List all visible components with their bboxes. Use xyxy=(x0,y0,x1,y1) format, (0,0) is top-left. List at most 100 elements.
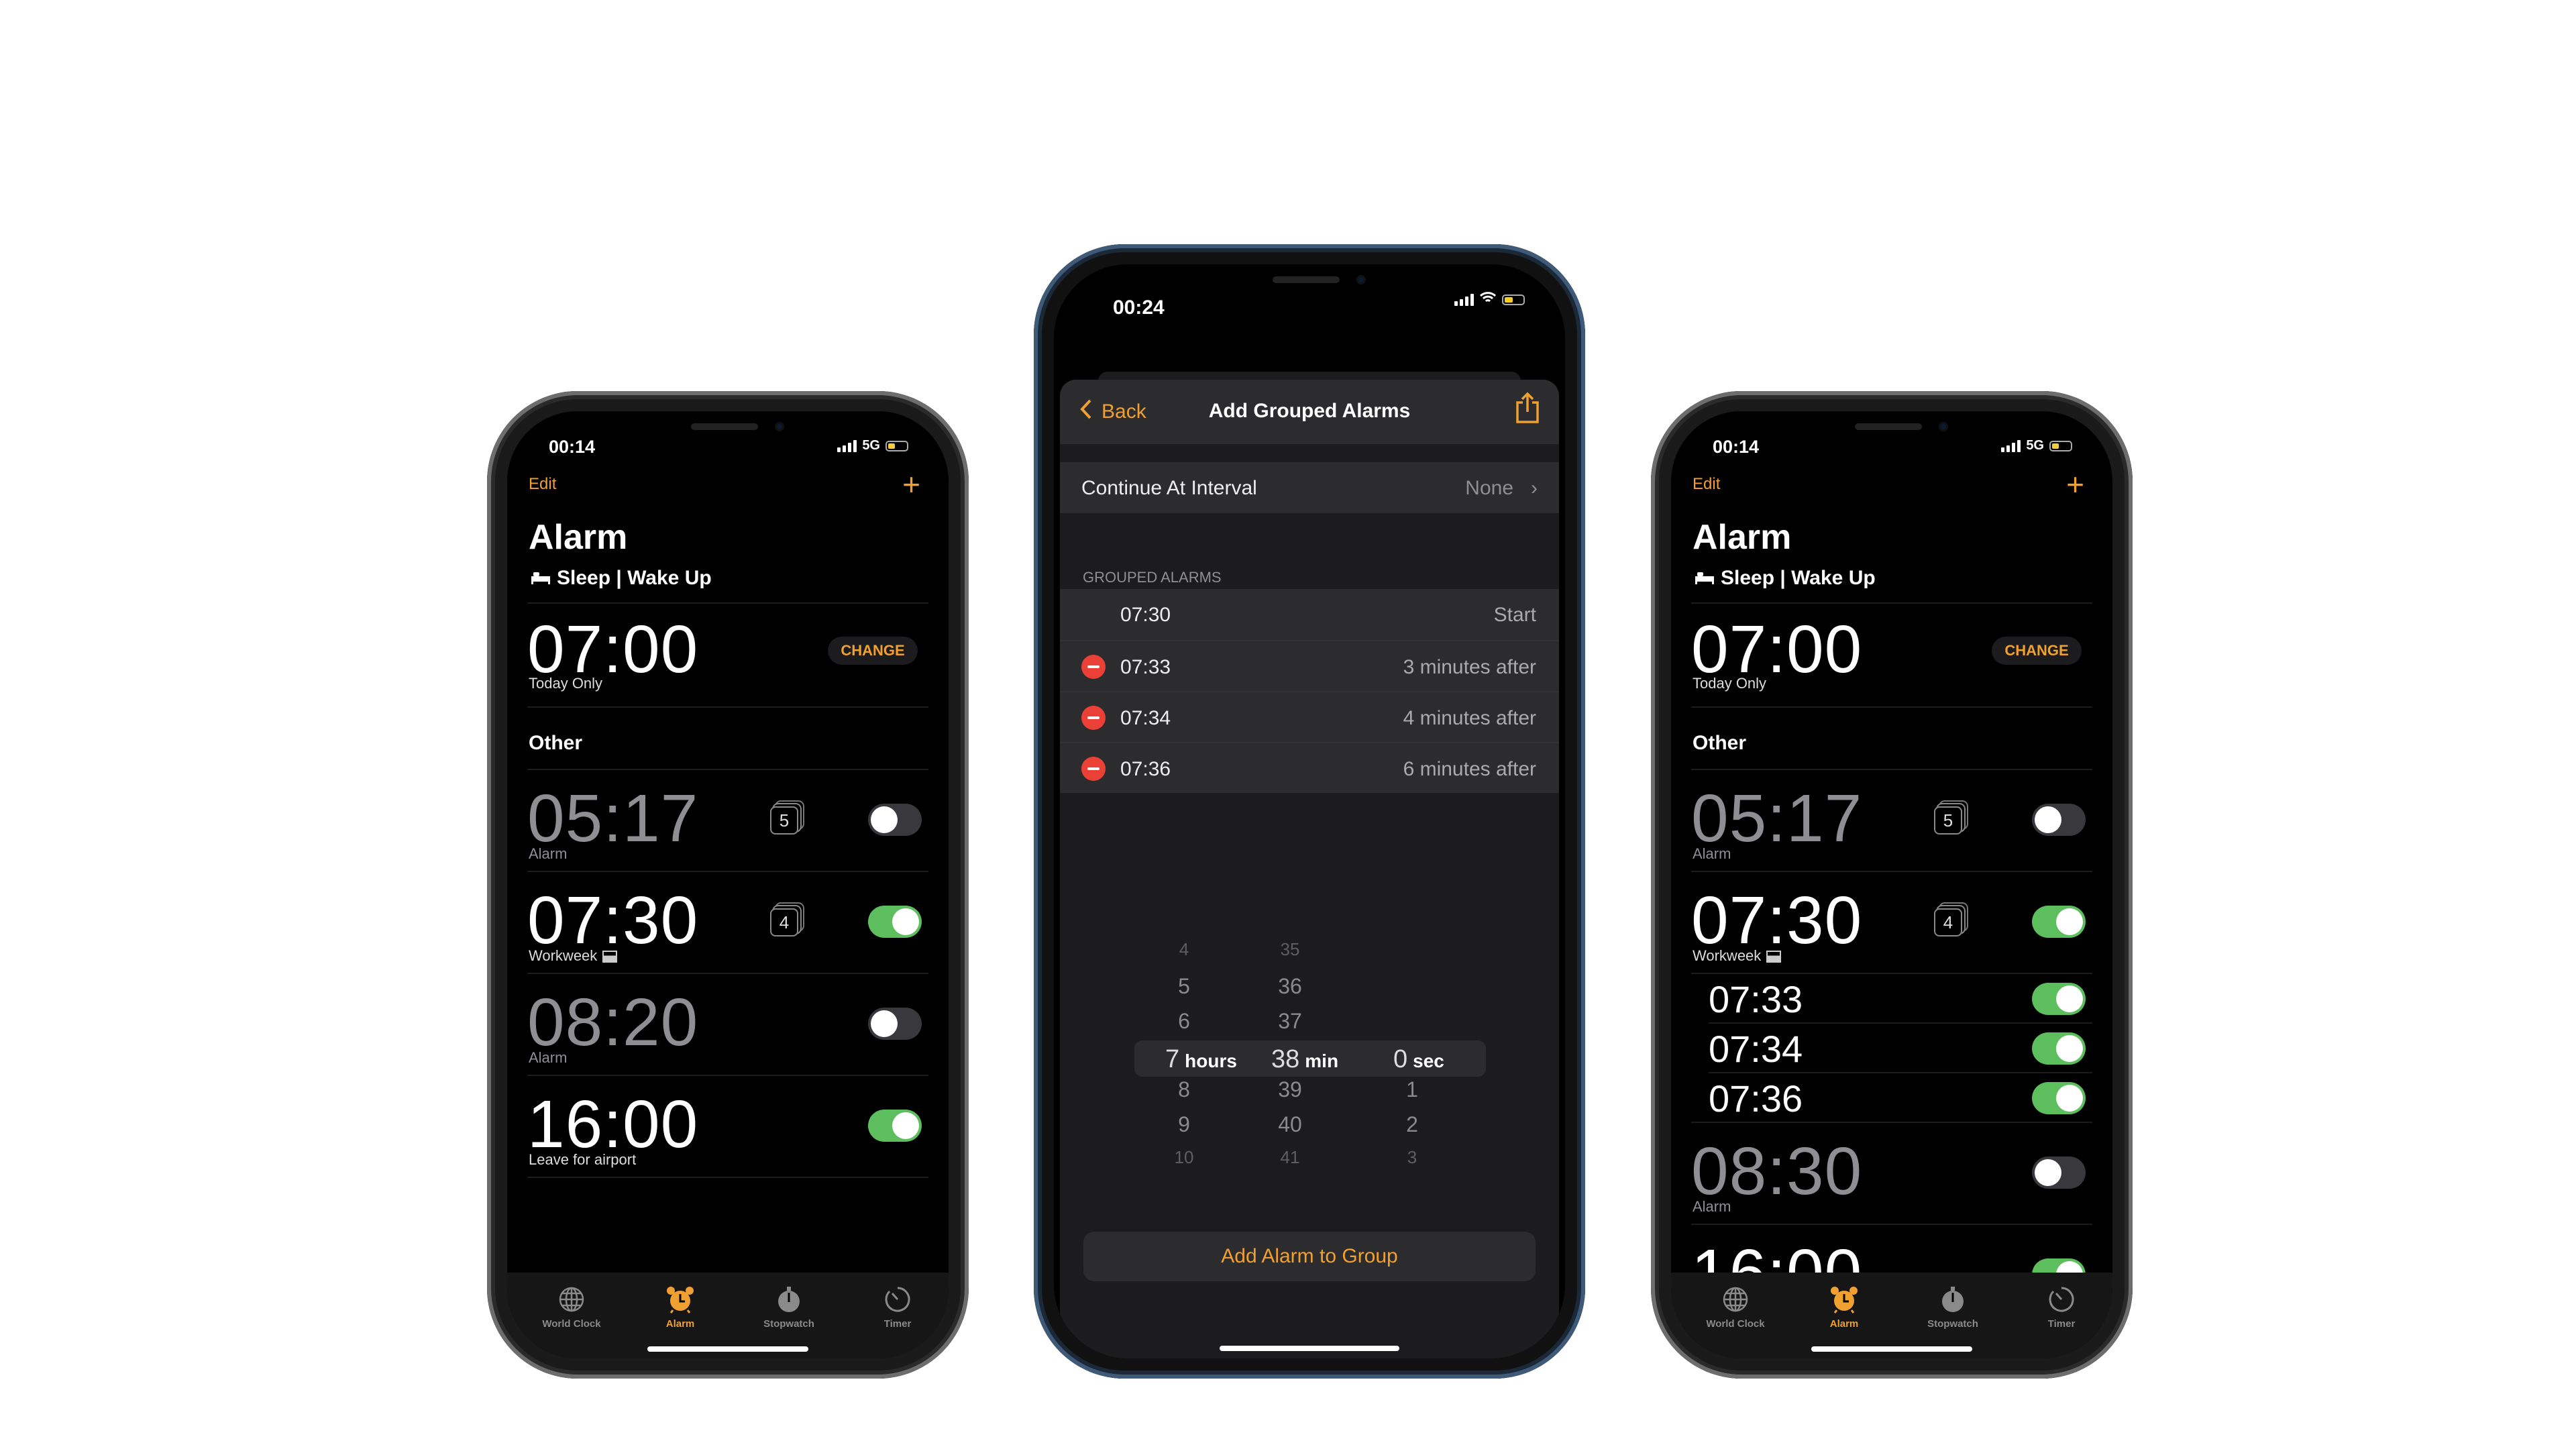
alarm-row[interactable]: 16:00 Leave for airport xyxy=(507,1076,949,1178)
nav-title: Add Grouped Alarms xyxy=(1208,400,1411,422)
grouped-alarm-row[interactable]: 07:33 xyxy=(1671,974,2112,1024)
tab-timer[interactable]: Timer xyxy=(2015,1285,2108,1330)
alarm-toggle[interactable] xyxy=(2032,906,2086,938)
picker-minutes-selected[interactable]: 38 min xyxy=(1271,1045,1338,1074)
picker-hours-option[interactable]: 5 xyxy=(1157,974,1211,999)
picker-hours-selected[interactable]: 7 hours xyxy=(1165,1045,1237,1074)
alarm-row[interactable]: 08:20 Alarm xyxy=(507,974,949,1076)
grouped-alarm-row[interactable]: 07:34 xyxy=(1671,1024,2112,1073)
left_phone-tab-bar: World Clock Alarm Stopwatch Timer xyxy=(507,1273,949,1358)
group-count-badge: 5 xyxy=(1934,806,1962,835)
picker-minutes-option[interactable]: 40 xyxy=(1263,1112,1317,1137)
left_phone-status-icons: 5G xyxy=(837,438,908,453)
picker-hours-option[interactable]: 9 xyxy=(1157,1112,1211,1137)
grouped-alarm-time: 07:36 xyxy=(1120,758,1171,780)
delete-icon[interactable] xyxy=(1081,706,1106,730)
alarm-row[interactable]: 08:30 Alarm xyxy=(1671,1123,2112,1225)
alarm-row[interactable]: 05:17 Alarm 5 xyxy=(1671,770,2112,872)
picker-unit: sec xyxy=(1413,1051,1444,1071)
globe-icon xyxy=(557,1285,586,1314)
grouped-alarm-row[interactable]: 07:34 4 minutes after xyxy=(1060,691,1559,742)
alarm-label: Alarm xyxy=(1693,845,1731,862)
share-icon[interactable] xyxy=(1515,392,1540,427)
grouped-alarm-toggle[interactable] xyxy=(2032,1082,2086,1114)
tab-timer[interactable]: Timer xyxy=(851,1285,945,1330)
alarm-toggle[interactable] xyxy=(2032,804,2086,836)
left_phone: 00:14 5G Edit + Alarm Sleep | Wake Up 07:00 Tod… xyxy=(487,391,969,1379)
picker-minutes-option[interactable]: 36 xyxy=(1263,974,1317,999)
alarm-row[interactable]: 16:00 xyxy=(1671,1225,2112,1273)
picker-minutes-option[interactable]: 35 xyxy=(1263,939,1317,960)
delete-icon[interactable] xyxy=(1081,757,1106,781)
timer-icon xyxy=(2047,1285,2076,1314)
grouped-alarm-toggle[interactable] xyxy=(2032,983,2086,1015)
left_phone-edit-button[interactable]: Edit xyxy=(529,475,556,494)
picker-minutes-option[interactable]: 39 xyxy=(1263,1077,1317,1102)
alarm-toggle[interactable] xyxy=(868,1110,922,1142)
grouped-alarm-offset: 4 minutes after xyxy=(1403,707,1536,729)
alarm-label: Alarm xyxy=(529,845,568,862)
tab-stopwatch[interactable]: Stopwatch xyxy=(742,1285,836,1330)
grouped-alarm-row[interactable]: 07:33 3 minutes after xyxy=(1060,640,1559,691)
tab-world-clock[interactable]: World Clock xyxy=(1688,1285,1782,1330)
grouped-alarm-row[interactable]: 07:30 Start xyxy=(1060,589,1559,640)
plus-icon[interactable]: + xyxy=(2066,466,2084,502)
grouped-alarm-row[interactable]: 07:36 xyxy=(1671,1073,2112,1123)
alarm-label: Workweek xyxy=(1693,947,1782,965)
right_phone-divider xyxy=(1691,706,2092,708)
picker-minutes-option[interactable]: 37 xyxy=(1263,1009,1317,1034)
tab-alarm[interactable]: Alarm xyxy=(1797,1285,1891,1330)
plus-icon[interactable]: + xyxy=(902,466,920,502)
alarm-label: Alarm xyxy=(1693,1198,1731,1215)
alarm-time: 07:30 xyxy=(527,883,699,958)
grouped-alarm-toggle[interactable] xyxy=(2032,1032,2086,1065)
grouped-alarm-row[interactable]: 07:36 6 minutes after xyxy=(1060,742,1559,793)
alarm-toggle[interactable] xyxy=(868,1008,922,1040)
center_phone: 00:24 Back Add Grouped Alarms Continue At I… xyxy=(1034,244,1585,1379)
picker-seconds-option[interactable]: 3 xyxy=(1385,1147,1439,1168)
picker-seconds-option[interactable]: 1 xyxy=(1385,1077,1439,1102)
left_phone-change-button[interactable]: CHANGE xyxy=(828,637,918,665)
wifi-icon xyxy=(1479,291,1497,309)
tab-alarm[interactable]: Alarm xyxy=(633,1285,727,1330)
grouped-alarm-time: 07:36 xyxy=(1709,1077,1803,1120)
left_phone-divider xyxy=(527,706,928,708)
picker-seconds-option[interactable]: 2 xyxy=(1385,1112,1439,1137)
alarm-clock-icon xyxy=(665,1285,695,1314)
picker-unit: hours xyxy=(1185,1051,1237,1071)
right_phone-edit-button[interactable]: Edit xyxy=(1693,475,1720,494)
alarm-row[interactable]: 07:30 Workweek 4 xyxy=(1671,872,2112,974)
grouped-alarm-time: 07:33 xyxy=(1709,978,1803,1020)
alarm-time: 16:00 xyxy=(527,1087,699,1162)
picker-hours-option[interactable]: 6 xyxy=(1157,1009,1211,1034)
picker-minutes-option[interactable]: 41 xyxy=(1263,1147,1317,1168)
alarm-toggle[interactable] xyxy=(2032,1157,2086,1189)
right_phone-change-button[interactable]: CHANGE xyxy=(1992,637,2082,665)
left_phone-title: Alarm xyxy=(529,518,628,557)
alarm-toggle[interactable] xyxy=(868,906,922,938)
center_phone-nav-bar: Back Add Grouped Alarms xyxy=(1060,380,1559,444)
picker-seconds-selected[interactable]: 0 sec xyxy=(1393,1045,1444,1074)
alarm-toggle[interactable] xyxy=(868,804,922,836)
group-count-badge: 4 xyxy=(1934,908,1962,936)
right_phone-tab-bar: World Clock Alarm Stopwatch Timer xyxy=(1671,1273,2112,1358)
alarm-time: 08:30 xyxy=(1691,1134,1863,1209)
alarm-row[interactable]: 07:30 Workweek 4 xyxy=(507,872,949,974)
picker-hours-option[interactable]: 4 xyxy=(1157,939,1211,960)
continue-at-interval-row[interactable]: Continue At Interval None › xyxy=(1060,462,1559,513)
picker-hours-option[interactable]: 8 xyxy=(1157,1077,1211,1102)
bed-icon xyxy=(1694,567,1715,590)
alarm-label: Leave for airport xyxy=(529,1151,637,1168)
alarm-toggle[interactable] xyxy=(2032,1258,2086,1273)
add-alarm-to-group-button[interactable]: Add Alarm to Group xyxy=(1083,1232,1536,1281)
right_phone-network-label: 5G xyxy=(2026,438,2044,453)
tab-world-clock[interactable]: World Clock xyxy=(525,1285,619,1330)
tab-label: Stopwatch xyxy=(1927,1318,1978,1330)
alarm-row[interactable]: 05:17 Alarm 5 xyxy=(507,770,949,872)
picker-hours-option[interactable]: 10 xyxy=(1157,1147,1211,1168)
tab-stopwatch[interactable]: Stopwatch xyxy=(1906,1285,2000,1330)
alarm-label: Alarm xyxy=(529,1049,568,1066)
right_phone-screen: 00:14 5G Edit + Alarm Sleep | Wake Up 07:00 Tod… xyxy=(1671,411,2112,1358)
delete-icon[interactable] xyxy=(1081,655,1106,679)
picker-value: 38 xyxy=(1271,1045,1300,1073)
